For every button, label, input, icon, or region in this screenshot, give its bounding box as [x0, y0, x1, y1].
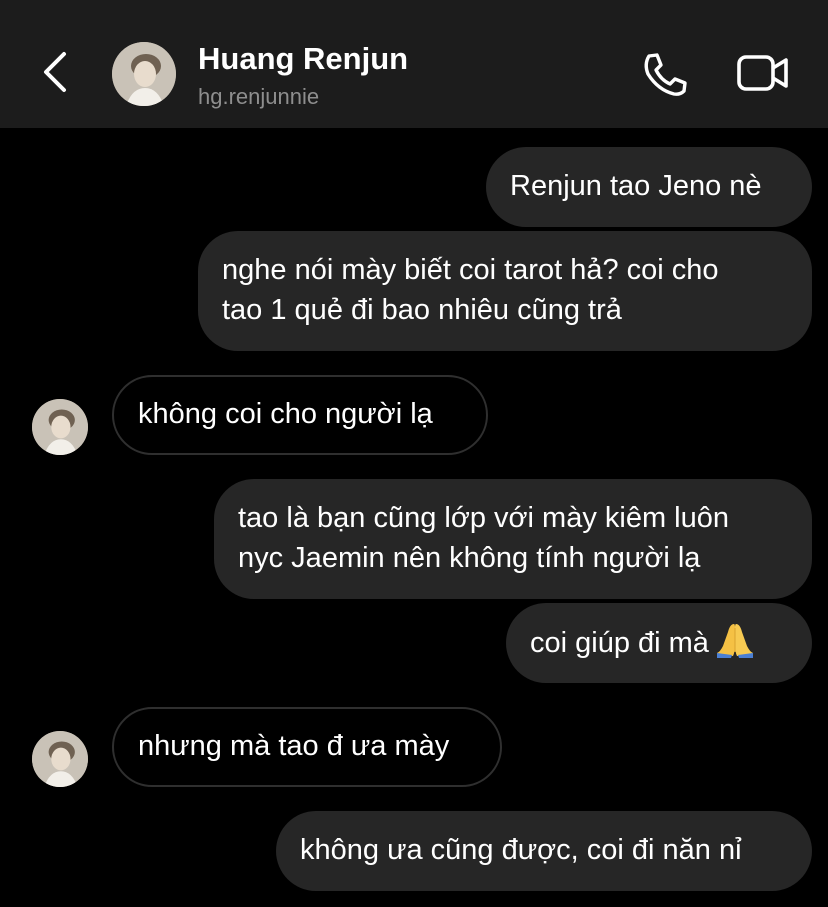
folded-hands-emoji [715, 622, 755, 669]
incoming-message[interactable]: nhưng mà tao đ ưa mày [112, 707, 502, 787]
outgoing-message[interactable]: coi giúp đi mà [506, 603, 812, 683]
message-text: nyc Jaemin nên không tính người lạ [238, 542, 701, 574]
outgoing-message[interactable]: nghe nói mày biết coi tarot hả? coi cho … [198, 231, 812, 351]
outgoing-message[interactable]: Renjun tao Jeno nè [486, 147, 812, 227]
contact-username: hg.renjunnie [198, 84, 320, 109]
back-button[interactable] [36, 50, 76, 94]
message-text: nghe nói mày biết coi tarot hả? coi cho [222, 254, 719, 286]
message-text: không ưa cũng được, coi đi năn nỉ [300, 834, 742, 866]
message-text: tao là bạn cũng lớp với mày kiêm luôn [238, 502, 730, 534]
contact-name[interactable]: Huang Renjun [198, 41, 408, 77]
video-call-button[interactable] [736, 52, 790, 94]
message-text: nhưng mà tao đ ưa mày [138, 730, 450, 762]
video-camera-icon [737, 55, 788, 91]
message-text: coi giúp đi mà [530, 627, 709, 659]
contact-avatar[interactable] [112, 42, 176, 106]
message-text: không coi cho người lạ [138, 398, 433, 430]
phone-icon [644, 53, 687, 96]
message-text: tao 1 quẻ đi bao nhiêu cũng trả [222, 294, 622, 326]
call-button[interactable] [640, 50, 690, 98]
chevron-left-icon [44, 52, 66, 92]
sender-avatar[interactable] [32, 731, 88, 787]
sender-avatar[interactable] [32, 399, 88, 455]
message-text: Renjun tao Jeno nè [510, 170, 762, 202]
outgoing-message[interactable]: không ưa cũng được, coi đi năn nỉ [276, 811, 812, 891]
incoming-message[interactable]: không coi cho người lạ [112, 375, 488, 455]
chat-header: Huang Renjun hg.renjunnie [0, 0, 828, 128]
outgoing-message[interactable]: tao là bạn cũng lớp với mày kiêm luôn ny… [214, 479, 812, 599]
